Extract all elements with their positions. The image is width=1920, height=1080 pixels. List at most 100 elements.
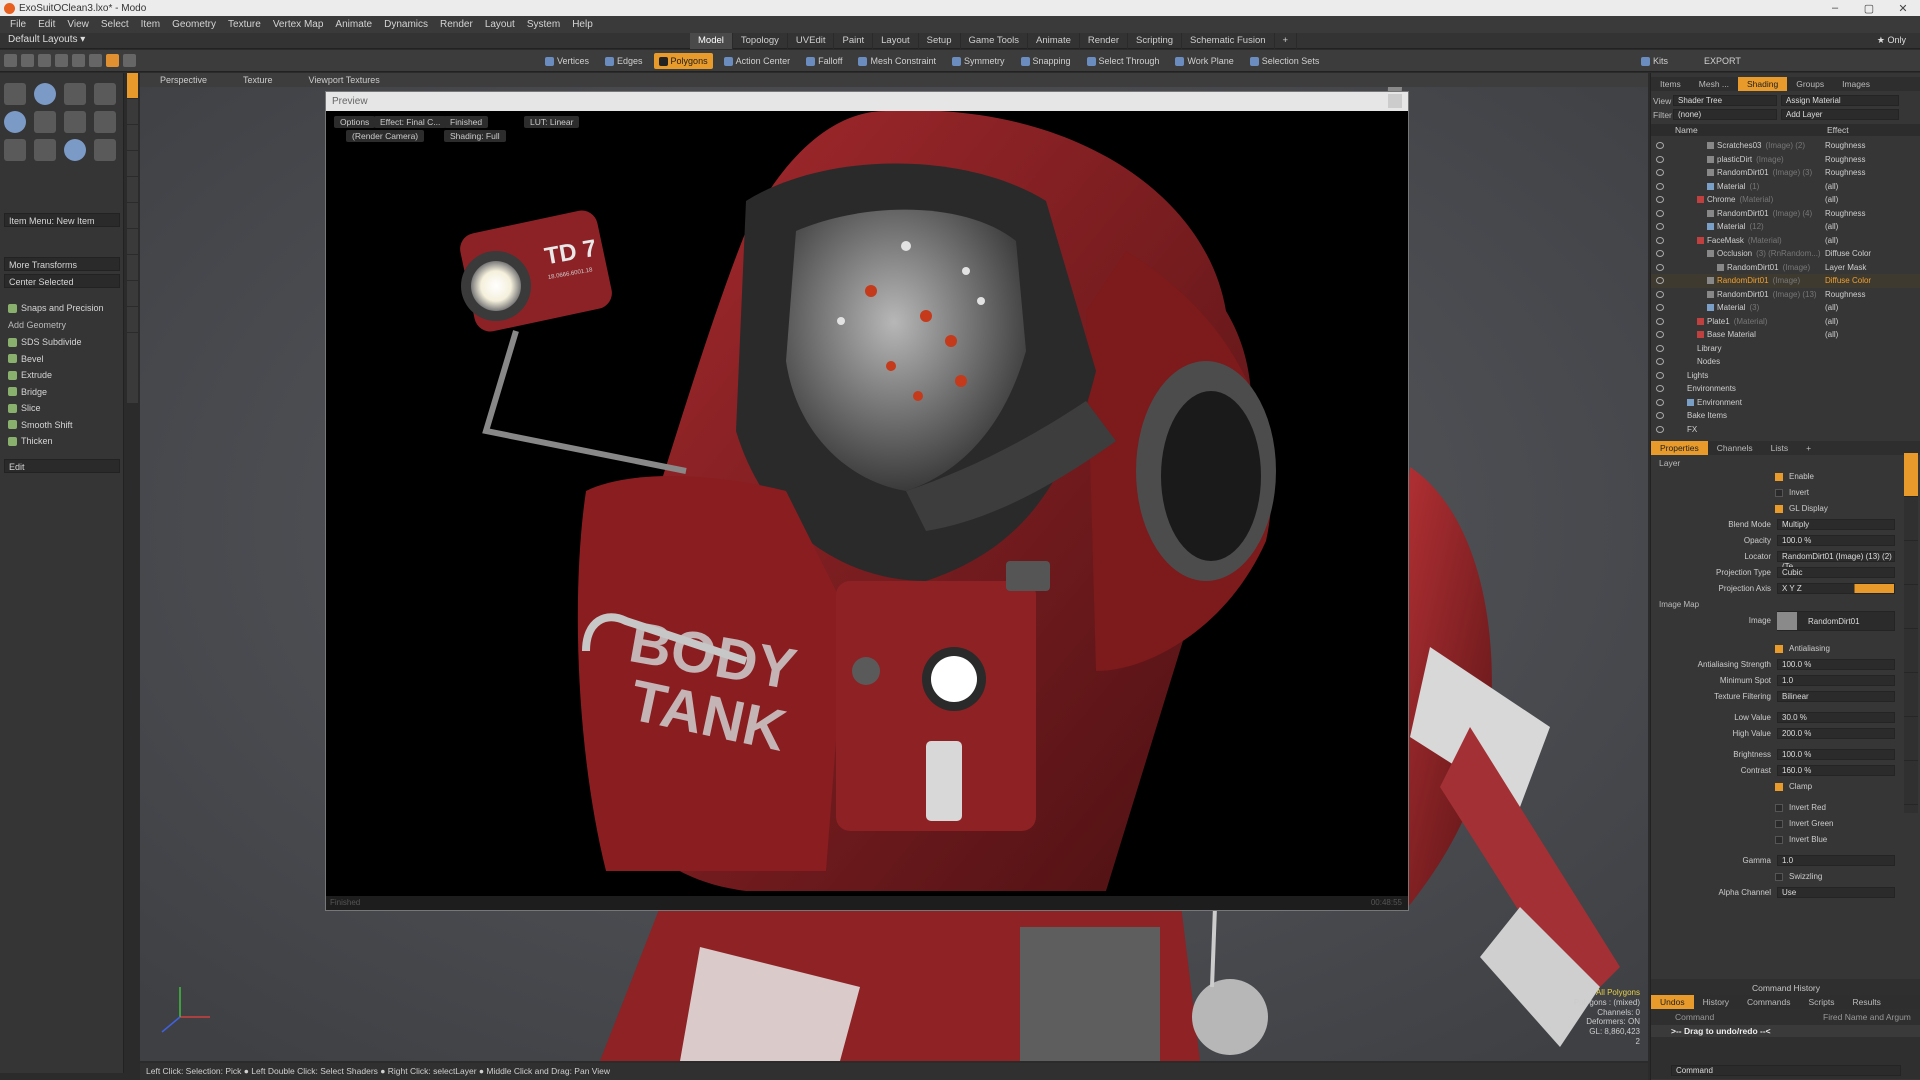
tab-undos[interactable]: Undos — [1651, 995, 1694, 1009]
vtab-basic[interactable] — [127, 73, 138, 99]
blend-mode-field[interactable]: Multiply — [1777, 519, 1895, 530]
shader-effect[interactable]: Roughness — [1825, 139, 1865, 153]
clamp-checkbox[interactable] — [1775, 783, 1783, 791]
edges-button[interactable]: Edges — [600, 53, 648, 69]
layout-dropdown[interactable]: Default Layouts ▾ — [8, 34, 85, 45]
shader-row[interactable]: Library — [1651, 342, 1920, 356]
undo-redo-hint[interactable]: >-- Drag to undo/redo --< — [1651, 1025, 1920, 1037]
preview-lut-dropdown[interactable]: LUT: Linear — [524, 116, 580, 128]
visibility-eye-icon[interactable] — [1656, 290, 1664, 298]
vtab-deform[interactable] — [127, 99, 138, 125]
shader-row[interactable]: Chrome (Material) (all) — [1651, 193, 1920, 207]
tab-images[interactable]: Images — [1833, 77, 1879, 91]
menu-item[interactable]: Item — [135, 19, 166, 30]
visibility-eye-icon[interactable] — [1656, 344, 1664, 352]
export-button[interactable]: EXPORT — [1699, 53, 1746, 69]
gamma-field[interactable]: 1.0 — [1777, 855, 1895, 866]
tab-add[interactable]: + — [1797, 441, 1820, 455]
select-icon[interactable] — [4, 54, 17, 67]
add-geometry-header[interactable]: Add Geometry — [4, 318, 120, 332]
visibility-eye-icon[interactable] — [1656, 425, 1664, 433]
shader-row[interactable]: RandomDirt01 (Image) Diffuse Color — [1651, 274, 1920, 288]
shader-row[interactable]: Material (1) (all) — [1651, 180, 1920, 194]
view-dropdown[interactable]: Shader Tree — [1673, 95, 1777, 106]
tab-game-tools[interactable]: Game Tools — [961, 33, 1029, 49]
shader-effect[interactable]: (all) — [1825, 301, 1838, 315]
shader-effect[interactable]: (all) — [1825, 315, 1838, 329]
pen-icon[interactable] — [64, 111, 86, 133]
shader-effect[interactable]: Layer Mask — [1825, 261, 1866, 275]
gl-display-checkbox[interactable] — [1775, 505, 1783, 513]
visibility-eye-icon[interactable] — [1656, 371, 1664, 379]
menu-layout[interactable]: Layout — [479, 19, 521, 30]
tool-sds-subdivide[interactable]: SDS Subdivide — [4, 335, 120, 349]
shader-effect[interactable]: Roughness — [1825, 288, 1865, 302]
vtab-edge[interactable] — [127, 203, 138, 229]
side-tab-mesh[interactable] — [1904, 585, 1918, 629]
sphere-icon[interactable] — [34, 83, 56, 105]
vtab-uv[interactable] — [127, 281, 138, 307]
tab-items[interactable]: Items — [1651, 77, 1690, 91]
snapping-button[interactable]: Snapping — [1016, 53, 1076, 69]
projection-axis-field[interactable]: X Y Z — [1777, 583, 1895, 594]
invert-green-checkbox[interactable] — [1775, 820, 1783, 828]
visibility-eye-icon[interactable] — [1656, 398, 1664, 406]
opacity-field[interactable]: 100.0 % — [1777, 535, 1895, 546]
preview-options-button[interactable]: Options — [334, 116, 376, 128]
command-input[interactable]: Command — [1671, 1065, 1901, 1076]
perspective-tab[interactable]: Perspective — [160, 73, 207, 87]
tab-model[interactable]: Model — [690, 33, 733, 49]
shader-row[interactable]: Environments — [1651, 382, 1920, 396]
kits-button[interactable]: Kits — [1636, 53, 1673, 69]
tool-extrude[interactable]: Extrude — [4, 368, 120, 382]
vtab-curve[interactable] — [127, 255, 138, 281]
locator-field[interactable]: RandomDirt01 (Image) (13) (2) (Te... — [1777, 551, 1895, 571]
shader-row[interactable]: FaceMask (Material) (all) — [1651, 234, 1920, 248]
texture-tab[interactable]: Texture — [243, 73, 273, 87]
mesh-constraint-button[interactable]: Mesh Constraint — [853, 53, 941, 69]
shader-row[interactable]: Base Material (all) — [1651, 328, 1920, 342]
side-tab-curve[interactable] — [1904, 673, 1918, 717]
menu-render[interactable]: Render — [434, 19, 479, 30]
torus-icon[interactable] — [4, 111, 26, 133]
only-toggle[interactable]: ★ Only — [1877, 35, 1906, 46]
tab-channels[interactable]: Channels — [1708, 441, 1762, 455]
tab-layout[interactable]: Layout — [873, 33, 919, 49]
shader-row[interactable]: plasticDirt (Image) Roughness — [1651, 153, 1920, 167]
swizzling-checkbox[interactable] — [1775, 873, 1783, 881]
visibility-eye-icon[interactable] — [1656, 196, 1664, 203]
shader-row[interactable]: Environment — [1651, 396, 1920, 410]
menu-texture[interactable]: Texture — [222, 19, 267, 30]
shader-row[interactable]: Occlusion (3) (RnRandom...) Diffuse Color — [1651, 247, 1920, 261]
preview-shading-dropdown[interactable]: Shading: Full — [444, 130, 506, 142]
visibility-eye-icon[interactable] — [1656, 277, 1664, 284]
shader-row[interactable]: Lights — [1651, 369, 1920, 383]
more-transforms-dropdown[interactable]: More Transforms — [4, 257, 120, 271]
shader-row[interactable]: Material (3) (all) — [1651, 301, 1920, 315]
center-selected-dropdown[interactable]: Center Selected — [4, 274, 120, 288]
visibility-eye-icon[interactable] — [1656, 155, 1664, 163]
lasso-icon[interactable] — [21, 54, 34, 67]
snaps-precision-button[interactable]: Snaps and Precision — [4, 301, 120, 315]
cone-icon[interactable] — [94, 83, 116, 105]
tab-setup[interactable]: Setup — [919, 33, 961, 49]
select-through-button[interactable]: Select Through — [1082, 53, 1165, 69]
vtab-duplicate[interactable] — [127, 125, 138, 151]
preview-camera-dropdown[interactable]: (Render Camera) — [346, 130, 425, 142]
item-menu-dropdown[interactable]: Item Menu: New Item — [4, 213, 120, 227]
visibility-eye-icon[interactable] — [1656, 142, 1664, 149]
tool-smooth-shift[interactable]: Smooth Shift — [4, 418, 120, 432]
visibility-eye-icon[interactable] — [1656, 182, 1664, 190]
menu-system[interactable]: System — [521, 19, 566, 30]
scale-icon[interactable] — [64, 139, 86, 161]
tab-schematic-fusion[interactable]: Schematic Fusion — [1182, 33, 1275, 49]
visibility-eye-icon[interactable] — [1656, 304, 1664, 311]
antialiasing-checkbox[interactable] — [1775, 645, 1783, 653]
enable-checkbox[interactable] — [1775, 473, 1783, 481]
tab-commands[interactable]: Commands — [1738, 995, 1799, 1009]
move-icon[interactable] — [4, 139, 26, 161]
brightness-field[interactable]: 100.0 % — [1777, 749, 1895, 760]
menu-file[interactable]: File — [4, 19, 32, 30]
image-map-section[interactable]: Image Map — [1651, 599, 1913, 611]
cylinder-icon[interactable] — [64, 83, 86, 105]
